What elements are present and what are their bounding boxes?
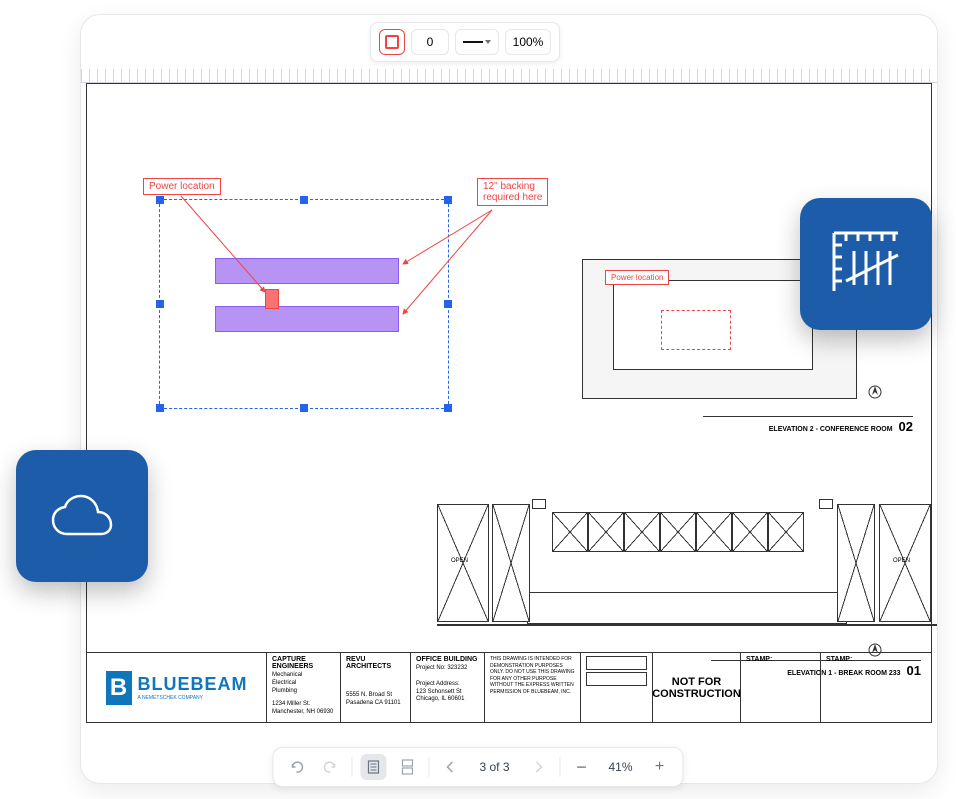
rectangle-tool[interactable] bbox=[379, 29, 405, 55]
stamp-block-2: STAMP: bbox=[821, 653, 901, 722]
annotation-power-location[interactable]: Power location bbox=[143, 178, 221, 195]
resize-handle[interactable] bbox=[300, 196, 308, 204]
title-block: B BLUEBEAM A NEMETSCHEK COMPANY CAPTURE … bbox=[87, 652, 931, 722]
chevron-left-icon bbox=[445, 761, 455, 773]
shape-rect-1[interactable] bbox=[215, 258, 399, 284]
page-view-continuous[interactable] bbox=[394, 754, 420, 780]
chevron-down-icon bbox=[485, 40, 491, 44]
disclaimer-block: THIS DRAWING IS INTENDED FOR DEMONSTRATI… bbox=[485, 653, 581, 722]
zoom-percentage: 41% bbox=[603, 760, 639, 774]
cloud-icon bbox=[49, 494, 115, 538]
tv-outline bbox=[661, 310, 731, 350]
zoom-out-button[interactable]: − bbox=[569, 754, 595, 780]
project-block: OFFICE BUILDING Project No: 323232 Proje… bbox=[411, 653, 485, 722]
rectangle-icon bbox=[385, 35, 399, 49]
top-toolbar: 100% bbox=[370, 22, 560, 62]
grid-tile[interactable] bbox=[800, 198, 932, 330]
line-style-dropdown[interactable] bbox=[455, 29, 499, 55]
annotation-backing[interactable]: 12" backing required here bbox=[477, 178, 548, 206]
plus-icon: + bbox=[655, 758, 664, 776]
cloud-tile[interactable] bbox=[16, 450, 148, 582]
engineers-block: CAPTURE ENGINEERS Mechanical Electrical … bbox=[267, 653, 341, 722]
revision-block bbox=[581, 653, 653, 722]
shape-marker[interactable] bbox=[265, 289, 279, 309]
resize-handle[interactable] bbox=[156, 404, 164, 412]
line-width-input[interactable] bbox=[411, 29, 449, 55]
app-window: Power location 12" backing required here… bbox=[80, 14, 938, 784]
redo-button[interactable] bbox=[317, 754, 343, 780]
logo-text: BLUEBEAM bbox=[138, 674, 248, 695]
grid-tally-icon bbox=[828, 229, 904, 299]
open-label: OPEN bbox=[451, 558, 468, 564]
resize-handle[interactable] bbox=[300, 404, 308, 412]
stamp-block-1: STAMP: bbox=[741, 653, 821, 722]
page-counter: 3 of 3 bbox=[471, 760, 517, 774]
undo-button[interactable] bbox=[283, 754, 309, 780]
zoom-in-button[interactable]: + bbox=[647, 754, 673, 780]
prev-page-button[interactable] bbox=[437, 754, 463, 780]
line-sample-icon bbox=[463, 41, 483, 43]
chevron-right-icon bbox=[534, 761, 544, 773]
not-for-construction: NOT FOR CONSTRUCTION bbox=[653, 653, 741, 722]
resize-handle[interactable] bbox=[444, 404, 452, 412]
shape-rect-2[interactable] bbox=[215, 306, 399, 332]
logo: B BLUEBEAM A NEMETSCHEK COMPANY bbox=[87, 653, 267, 722]
redo-icon bbox=[322, 759, 338, 775]
ruler bbox=[81, 69, 937, 83]
logo-subtitle: A NEMETSCHEK COMPANY bbox=[138, 695, 248, 701]
minus-icon: − bbox=[576, 757, 587, 778]
elevation-2-text: ELEVATION 2 - CONFERENCE ROOM bbox=[769, 426, 893, 433]
kitchen-elevation: OPEN OPEN bbox=[437, 494, 937, 644]
annotation-power-2[interactable]: Power location bbox=[605, 270, 669, 285]
open-label: OPEN bbox=[893, 558, 910, 564]
resize-handle[interactable] bbox=[444, 196, 452, 204]
bottom-toolbar: 3 of 3 − 41% + bbox=[272, 747, 683, 787]
zoom-display[interactable]: 100% bbox=[505, 29, 551, 55]
drawing-page[interactable]: Power location 12" backing required here… bbox=[86, 83, 932, 723]
resize-handle[interactable] bbox=[156, 196, 164, 204]
north-arrow-icon bbox=[867, 384, 883, 405]
elevation-2-label: ELEVATION 2 - CONFERENCE ROOM 02 bbox=[703, 416, 913, 434]
resize-handle[interactable] bbox=[444, 300, 452, 308]
resize-handle[interactable] bbox=[156, 300, 164, 308]
elevation-2-num: 02 bbox=[899, 419, 913, 434]
page-view-single[interactable] bbox=[360, 754, 386, 780]
page-single-icon bbox=[365, 759, 381, 775]
selection-box[interactable] bbox=[159, 199, 449, 409]
undo-icon bbox=[288, 759, 304, 775]
next-page-button[interactable] bbox=[526, 754, 552, 780]
page-continuous-icon bbox=[399, 759, 415, 775]
architects-block: REVU ARCHITECTS 5555 N. Broad St Pasaden… bbox=[341, 653, 411, 722]
